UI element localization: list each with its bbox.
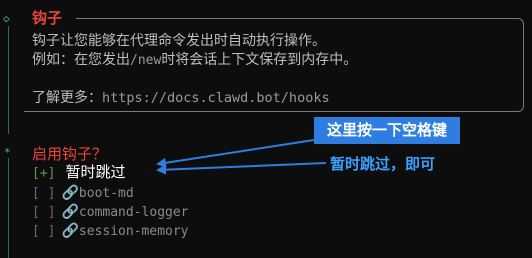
arrow-to-option-from-space [156, 139, 315, 168]
option-label: boot-md [78, 186, 134, 201]
gutter-line-top [8, 26, 9, 134]
link-icon: 🔗 [61, 204, 79, 220]
option-label: command-logger [78, 205, 189, 220]
option-checkbox[interactable]: [ ] [32, 186, 55, 201]
hooks-description-line1: 钩子让您能够在代理命令发出时自动执行操作。 [32, 32, 326, 50]
arrow-to-option-from-skip [156, 162, 327, 175]
example-suffix: 时将会话上下文保存到内存中。 [161, 52, 358, 68]
press-space-callout: 这里按一下空格键 [314, 117, 460, 144]
example-prefix: 例如：在您发出 [32, 52, 130, 68]
option-command-logger[interactable]: [ ] 🔗command-logger [32, 203, 189, 221]
hooks-description-text: 钩子让您能够在代理命令发出时自动执行操作。 [32, 33, 326, 49]
option-skip-for-now[interactable]: [+] 暂时跳过 [32, 163, 126, 181]
enable-hooks-question: 启用钩子？ [32, 145, 108, 163]
link-icon: 🔗 [61, 185, 79, 201]
gutter-line-bottom [8, 158, 9, 258]
diamond-icon: ◇ [3, 12, 10, 25]
option-checkbox[interactable]: [ ] [32, 205, 55, 220]
option-checkbox[interactable]: [ ] [32, 224, 55, 239]
learn-more-label: 了解更多： [32, 90, 102, 106]
skip-note-callout: 暂时跳过，即可 [330, 155, 436, 173]
option-label: session-memory [78, 224, 189, 239]
hooks-box-title: 钩子 [32, 9, 63, 27]
learn-more-line: 了解更多：https://docs.clawd.bot/hooks [32, 89, 330, 107]
link-icon: 🔗 [61, 223, 79, 239]
example-command: /new [130, 53, 162, 68]
hooks-description-line2: 例如：在您发出/new时将会话上下文保存到内存中。 [32, 51, 357, 70]
option-label: 暂时跳过 [65, 163, 126, 181]
learn-more-link[interactable]: https://docs.clawd.bot/hooks [102, 90, 330, 106]
terminal-screen: ◇ * 钩子 钩子让您能够在代理命令发出时自动执行操作。 例如：在您发出/new… [0, 0, 532, 258]
option-boot-md[interactable]: [ ] 🔗boot-md [32, 184, 134, 202]
option-checkbox[interactable]: [+] [32, 166, 55, 181]
option-session-memory[interactable]: [ ] 🔗session-memory [32, 222, 189, 240]
active-step-icon: * [4, 146, 11, 159]
